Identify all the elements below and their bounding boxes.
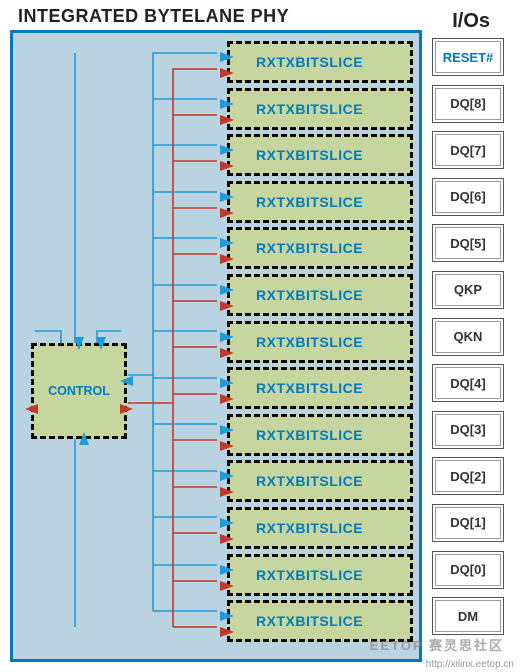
io-column: RESET# DQ[8] DQ[7] DQ[6] DQ[5] QKP QKN DQ[4] DQ[… xyxy=(432,38,504,644)
tx-arrow-icon xyxy=(220,627,234,637)
bitslice-block: RXTXBITSLICE xyxy=(227,460,413,502)
tx-arrow-icon xyxy=(220,394,234,404)
phy-container: CONTROL RXTXBITSLICERXTXBITSLICERXTXBITS… xyxy=(10,30,422,662)
watermark-logo: EETOP 赛灵思社区 xyxy=(370,635,504,654)
bitslice-label: RXTXBITSLICE xyxy=(256,287,363,303)
io-pin: QKP xyxy=(432,271,504,309)
io-pin: DQ[2] xyxy=(432,457,504,495)
bitslice-label: RXTXBITSLICE xyxy=(256,101,363,117)
bitslice-block: RXTXBITSLICE xyxy=(227,181,413,223)
control-block: CONTROL xyxy=(31,343,127,439)
control-label: CONTROL xyxy=(48,384,110,398)
tx-arrow-icon xyxy=(220,301,234,311)
rx-arrow-icon xyxy=(220,378,234,388)
rx-arrow-icon xyxy=(220,518,234,528)
io-pin: DQ[0] xyxy=(432,551,504,589)
watermark-url: http://xilinx.eetop.cn xyxy=(426,659,514,670)
bitslice-label: RXTXBITSLICE xyxy=(256,334,363,350)
control-port-top-2-icon xyxy=(96,337,106,350)
rx-arrow-icon xyxy=(220,611,234,621)
bitslice-label: RXTXBITSLICE xyxy=(256,567,363,583)
rx-arrow-icon xyxy=(220,471,234,481)
io-pin: DQ[6] xyxy=(432,178,504,216)
tx-arrow-icon xyxy=(220,487,234,497)
ios-title: I/Os xyxy=(452,10,490,33)
tx-arrow-icon xyxy=(220,115,234,125)
io-pin: DQ[1] xyxy=(432,504,504,542)
rx-arrow-icon xyxy=(220,192,234,202)
rx-arrow-icon xyxy=(220,238,234,248)
bitslice-label: RXTXBITSLICE xyxy=(256,473,363,489)
tx-arrow-icon xyxy=(220,534,234,544)
bitslice-label: RXTXBITSLICE xyxy=(256,380,363,396)
io-pin: RESET# xyxy=(432,38,504,76)
bitslice-label: RXTXBITSLICE xyxy=(256,54,363,70)
rx-arrow-icon xyxy=(220,99,234,109)
bitslice-block: RXTXBITSLICE xyxy=(227,227,413,269)
bitslice-block: RXTXBITSLICE xyxy=(227,507,413,549)
io-pin: DQ[4] xyxy=(432,364,504,402)
io-pin: DQ[3] xyxy=(432,411,504,449)
tx-arrow-icon xyxy=(220,441,234,451)
rx-arrow-icon xyxy=(220,52,234,62)
io-pin: DQ[8] xyxy=(432,85,504,123)
io-pin: DQ[5] xyxy=(432,224,504,262)
control-port-left-icon xyxy=(25,404,38,414)
bitslice-block: RXTXBITSLICE xyxy=(227,88,413,130)
rx-arrow-icon xyxy=(220,332,234,342)
bitslice-block: RXTXBITSLICE xyxy=(227,367,413,409)
bitslice-block: RXTXBITSLICE xyxy=(227,321,413,363)
control-port-top-1-icon xyxy=(74,337,84,350)
rx-arrow-icon xyxy=(220,145,234,155)
io-pin: DM xyxy=(432,597,504,635)
control-port-right-tx-icon xyxy=(120,404,133,414)
bitslice-block: RXTXBITSLICE xyxy=(227,134,413,176)
bitslice-column: RXTXBITSLICE RXTXBITSLICE RXTXBITSLICE RXTX… xyxy=(227,41,413,647)
bitslice-block: RXTXBITSLICE xyxy=(227,274,413,316)
tx-arrow-icon xyxy=(220,68,234,78)
tx-arrow-icon xyxy=(220,208,234,218)
bitslice-block: RXTXBITSLICE xyxy=(227,414,413,456)
rx-arrow-icon xyxy=(220,425,234,435)
rx-arrow-icon xyxy=(220,285,234,295)
bitslice-label: RXTXBITSLICE xyxy=(256,613,363,629)
control-port-right-rx-icon xyxy=(120,376,133,386)
bitslice-block: RXTXBITSLICE xyxy=(227,41,413,83)
tx-arrow-icon xyxy=(220,581,234,591)
control-port-bottom-icon xyxy=(79,432,89,445)
tx-arrow-icon xyxy=(220,254,234,264)
bitslice-label: RXTXBITSLICE xyxy=(256,147,363,163)
rx-arrow-icon xyxy=(220,565,234,575)
bitslice-label: RXTXBITSLICE xyxy=(256,194,363,210)
phy-title: INTEGRATED BYTELANE PHY xyxy=(18,6,289,27)
tx-arrow-icon xyxy=(220,348,234,358)
bitslice-label: RXTXBITSLICE xyxy=(256,240,363,256)
bitslice-label: RXTXBITSLICE xyxy=(256,427,363,443)
io-pin: DQ[7] xyxy=(432,131,504,169)
bitslice-block: RXTXBITSLICE xyxy=(227,554,413,596)
bitslice-label: RXTXBITSLICE xyxy=(256,520,363,536)
tx-arrow-icon xyxy=(220,161,234,171)
io-pin: QKN xyxy=(432,318,504,356)
